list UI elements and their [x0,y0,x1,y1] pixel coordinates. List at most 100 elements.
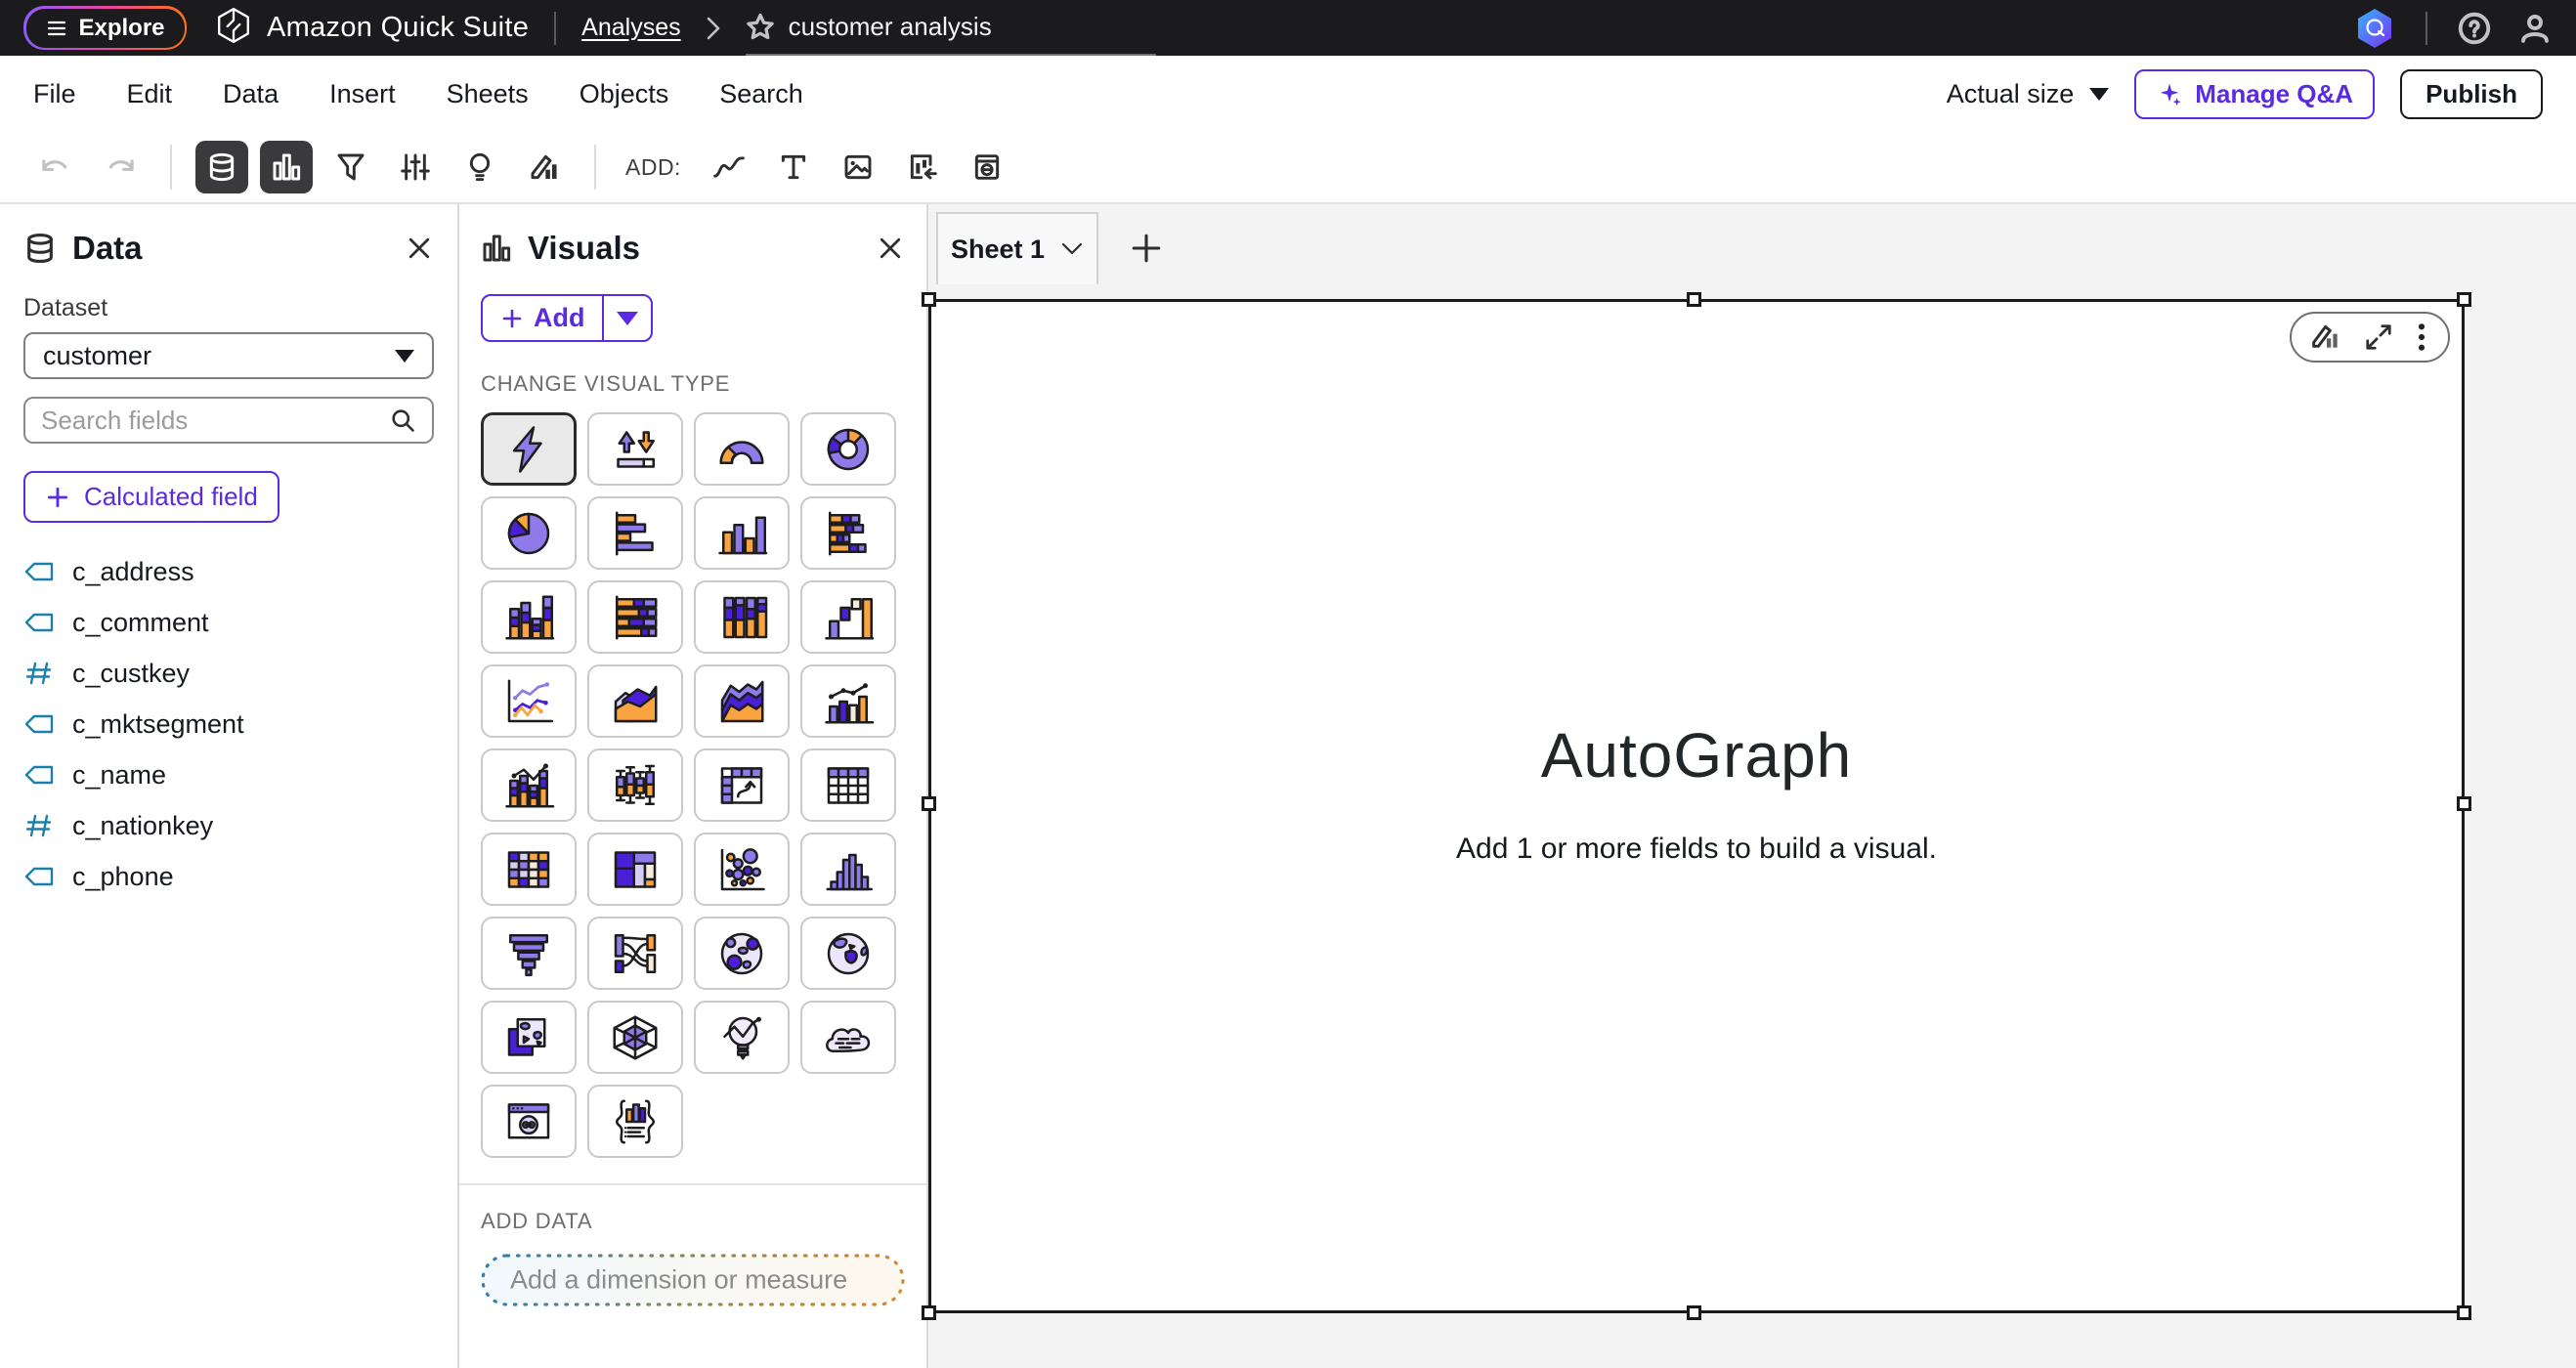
undo-button[interactable] [29,141,82,193]
redo-button[interactable] [94,141,147,193]
visual-type-tree-map[interactable] [587,833,683,906]
insights-button[interactable] [453,141,506,193]
field-item[interactable]: c_comment [23,597,434,648]
visual-type-locations-on-map[interactable] [481,1001,577,1074]
visual-type-embedded-visual[interactable] [481,1085,577,1158]
visual-type-insights[interactable] [694,1001,790,1074]
number-field-icon [23,661,55,686]
resize-handle-sw[interactable] [922,1305,936,1320]
visual-type-pie-chart[interactable] [481,496,577,570]
help-icon[interactable] [2457,11,2492,46]
sheet-tab[interactable]: Sheet 1 [936,212,1098,284]
app-title: Amazon Quick Suite [267,12,529,44]
visual-type-pivot-table[interactable] [694,748,790,822]
string-field-icon [23,610,55,635]
visual-type-radar-chart[interactable] [587,1001,683,1074]
visual-type-filled-map[interactable] [800,917,896,990]
visual-type-funnel-chart[interactable] [481,917,577,990]
add-visual-button[interactable]: Add [483,296,604,340]
visual-type-horizontal-stacked-bar-chart[interactable] [800,496,896,570]
add-dimension-or-measure-dropzone[interactable]: Add a dimension or measure [481,1254,905,1306]
explore-button[interactable]: Explore [23,6,187,50]
visual-type-stacked-bar-combo-chart[interactable] [481,748,577,822]
selected-visual[interactable]: AutoGraph Add 1 or more fields to build … [928,299,2465,1313]
manage-qa-button[interactable]: Manage Q&A [2134,69,2375,119]
visual-type-horizontal-stacked-100-bar-chart[interactable] [587,580,683,654]
parameters-button[interactable] [389,141,442,193]
visuals-panel-toggle[interactable] [260,141,313,193]
sheet-menu-chevron-icon[interactable] [1060,241,1084,257]
string-field-icon [23,559,55,584]
close-visuals-panel-icon[interactable] [876,234,905,263]
visual-type-scatter-plot[interactable] [694,833,790,906]
menu-file[interactable]: File [33,79,76,109]
visual-type-donut-chart[interactable] [800,412,896,486]
field-item[interactable]: c_name [23,749,434,800]
publish-button[interactable]: Publish [2400,69,2543,119]
visual-type-box-plot[interactable] [587,748,683,822]
zoom-select[interactable]: Actual size [1947,79,2110,109]
document-title-field[interactable]: customer analysis [746,0,1156,56]
menu-insert[interactable]: Insert [329,79,396,109]
field-item[interactable]: c_custkey [23,648,434,699]
resize-handle-se[interactable] [2457,1305,2471,1320]
quick-add-line-button[interactable] [703,141,755,193]
quick-add-image-button[interactable] [832,141,884,193]
visual-type-stacked-area-line-chart[interactable] [694,664,790,738]
field-item[interactable]: c_nationkey [23,800,434,851]
field-item[interactable]: c_phone [23,851,434,902]
quick-add-embed-button[interactable] [961,141,1013,193]
bar-chart-icon [481,233,512,264]
search-icon[interactable] [389,406,416,434]
visual-type-autograph[interactable] [481,412,577,486]
user-account-icon[interactable] [2517,11,2553,46]
star-icon[interactable] [746,13,775,42]
menu-sheets[interactable]: Sheets [447,79,529,109]
visual-type-area-line-chart[interactable] [587,664,683,738]
menu-search[interactable]: Search [719,79,803,109]
visual-type-histogram[interactable] [800,833,896,906]
topbar-divider [2426,12,2427,45]
menu-objects[interactable]: Objects [580,79,669,109]
menu-edit[interactable]: Edit [127,79,173,109]
quick-add-text-button[interactable] [767,141,820,193]
number-field-icon [23,813,55,838]
menu-data[interactable]: Data [223,79,279,109]
add-visual-dropdown-button[interactable] [604,296,651,340]
breadcrumb-analyses-link[interactable]: Analyses [581,14,680,42]
visual-type-points-on-map[interactable] [694,917,790,990]
dataset-select[interactable]: customer [23,332,434,379]
autograph-title: AutoGraph [1541,719,1853,791]
visual-type-line-chart[interactable] [481,664,577,738]
data-panel-toggle[interactable] [195,141,248,193]
change-visual-type-label: CHANGE VISUAL TYPE [481,371,905,397]
quick-add-visual-button[interactable] [896,141,949,193]
visual-type-vertical-bar-chart[interactable] [694,496,790,570]
calculated-field-button[interactable]: Calculated field [23,471,279,523]
quick-q-logo-icon[interactable] [2353,6,2396,51]
visual-type-clustered-bar-combo-chart[interactable] [800,664,896,738]
visual-type-kpi[interactable] [587,412,683,486]
add-sheet-button[interactable] [1124,226,1169,271]
field-item[interactable]: c_address [23,546,434,597]
close-data-panel-icon[interactable] [405,234,434,263]
document-title: customer analysis [789,12,992,42]
visual-type-gauge[interactable] [694,412,790,486]
search-fields-input[interactable] [41,406,389,436]
string-field-icon [23,864,55,889]
edit-visual-button[interactable] [518,141,571,193]
visual-type-narrative[interactable] [587,1085,683,1158]
visual-type-table[interactable] [800,748,896,822]
visual-type-word-cloud[interactable] [800,1001,896,1074]
visual-type-waterfall-chart[interactable] [800,580,896,654]
visual-type-sankey-diagram[interactable] [587,917,683,990]
resize-handle-s[interactable] [1687,1305,1701,1320]
add-data-placeholder: Add a dimension or measure [510,1265,847,1296]
visual-type-heat-map[interactable] [481,833,577,906]
filter-button[interactable] [324,141,377,193]
visual-type-vertical-stacked-100-bar-chart[interactable] [694,580,790,654]
chevron-down-icon [395,350,414,363]
visual-type-vertical-stacked-bar-chart[interactable] [481,580,577,654]
field-item[interactable]: c_mktsegment [23,699,434,749]
visual-type-horizontal-bar-chart[interactable] [587,496,683,570]
